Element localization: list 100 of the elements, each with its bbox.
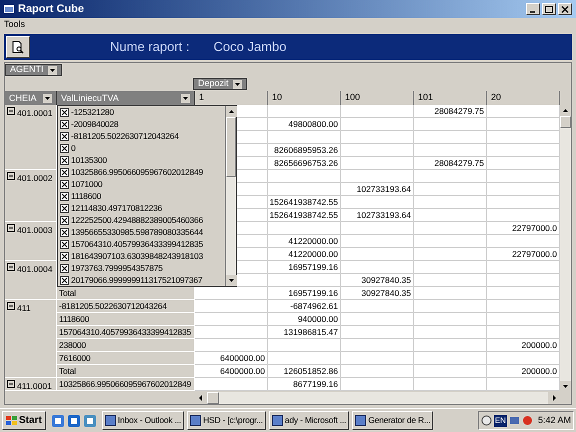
table-cell: 152641938742.55	[268, 196, 341, 209]
dropdown-item[interactable]: -125321280	[58, 106, 225, 118]
close-button[interactable]	[558, 3, 572, 15]
taskbar-button[interactable]: Inbox - Outlook ...	[102, 411, 184, 430]
dropdown-item-label: 1973763.7999954357875	[71, 262, 163, 274]
field-label: AGENTI	[10, 63, 44, 76]
row-header-cell: 10325866.995066095967602012849	[57, 378, 195, 391]
dropdown-item[interactable]: 12114830.497170812236	[58, 202, 225, 214]
dropdown-arrow-icon[interactable]	[181, 94, 190, 103]
checkbox[interactable]	[60, 144, 69, 152]
dropdown-item-label: -2009840028	[71, 118, 118, 130]
collapse-icon[interactable]	[7, 263, 15, 271]
collapse-icon[interactable]	[7, 302, 15, 310]
checkbox[interactable]	[60, 240, 69, 248]
preview-button[interactable]	[6, 36, 30, 58]
checkbox[interactable]	[60, 252, 69, 260]
table-cell: 102733193.64	[341, 183, 414, 196]
table-cell: 8677199.16	[268, 378, 341, 391]
report-name: Coco Jambo	[213, 38, 286, 56]
maximize-button[interactable]	[542, 3, 556, 15]
scroll-thumb[interactable]	[560, 116, 571, 128]
table-cell: 30927840.35	[341, 287, 414, 300]
collapse-icon[interactable]	[7, 380, 15, 388]
dropdown-item-label: 0	[71, 142, 76, 154]
field-chip[interactable]: AGENTI	[5, 64, 62, 76]
row-key: 401.0001	[17, 107, 52, 120]
minimize-button[interactable]	[526, 3, 540, 15]
dropdown-item[interactable]: 1118600	[58, 190, 225, 202]
row-key: 401.0004	[17, 263, 52, 276]
dropdown-item[interactable]: 157064310.40579936433399412835	[58, 238, 225, 250]
dropdown-item[interactable]: 1071000	[58, 178, 225, 190]
dropdown-item[interactable]: -2009840028	[58, 118, 225, 130]
report-name-label: Nume raport :	[110, 38, 190, 56]
table-cell: 41220000.00	[268, 235, 341, 248]
checkbox[interactable]	[60, 228, 69, 236]
tray-icon[interactable]	[480, 415, 492, 426]
dropdown-arrow-icon[interactable]	[43, 94, 52, 103]
table-cell: 49800800.00	[268, 118, 341, 131]
dropdown-item[interactable]: 1973763.7999954357875	[58, 262, 225, 274]
collapse-icon[interactable]	[7, 172, 15, 180]
checkbox[interactable]	[60, 204, 69, 212]
dropdown-item[interactable]: 10135300	[58, 154, 225, 166]
filter-dropdown[interactable]	[57, 105, 237, 287]
dropdown-item[interactable]: 122252500.42948882389005460366	[58, 214, 225, 226]
dropdown-scrollbar[interactable]	[225, 106, 236, 286]
field-chip[interactable]: Depozit	[193, 78, 247, 90]
menu-item[interactable]: Tools	[4, 18, 26, 32]
checkbox[interactable]	[60, 120, 69, 128]
taskbar-button[interactable]: ady - Microsoft ...	[268, 411, 350, 430]
table-cell: -6874962.61	[268, 300, 341, 313]
dropdown-item-label: 12114830.497170812236	[71, 202, 162, 214]
collapse-icon[interactable]	[7, 107, 15, 115]
dropdown-item-label: 20179066.999999911317521097367	[71, 274, 202, 286]
dropdown-item-label: -8181205.5022630712043264	[71, 130, 179, 142]
dropdown-item[interactable]: 181643907103.63039848243918103	[58, 250, 225, 262]
table-cell: 200000.0	[487, 365, 560, 378]
dropdown-arrow-icon[interactable]	[48, 66, 57, 74]
dropdown-item-label: 10325866.995066095967602012849	[71, 166, 203, 178]
checkbox[interactable]	[60, 192, 69, 200]
quick-launch-icon[interactable]	[66, 414, 81, 428]
row-field-header[interactable]: CHEIA	[5, 91, 57, 106]
dropdown-item[interactable]: -8181205.5022630712043264	[58, 130, 225, 142]
checkbox[interactable]	[60, 180, 69, 188]
dropdown-item-label: 13956655330985.598789080335644	[71, 226, 203, 238]
table-cell: 82606895953.26	[268, 144, 341, 157]
checkbox[interactable]	[60, 264, 69, 272]
checkbox[interactable]	[60, 156, 69, 164]
table-cell: 22797000.0	[487, 248, 560, 261]
dropdown-item[interactable]: 0	[58, 142, 225, 154]
dropdown-item[interactable]: 20179066.999999911317521097367	[58, 274, 225, 286]
window-title: Raport Cube	[18, 2, 84, 17]
app-icon	[4, 4, 14, 14]
dropdown-item-label: -125321280	[71, 106, 114, 118]
table-cell: 126051852.86	[268, 365, 341, 378]
taskbar-button[interactable]: HSD - [c:\progr...	[187, 411, 266, 430]
dropdown-item[interactable]: 13956655330985.598789080335644	[58, 226, 225, 238]
start-button[interactable]: Start	[2, 411, 46, 430]
quick-launch-icon[interactable]	[50, 414, 65, 428]
scroll-thumb[interactable]	[226, 117, 236, 177]
checkbox[interactable]	[60, 276, 69, 284]
checkbox[interactable]	[60, 132, 69, 140]
field-label: CHEIA	[9, 92, 37, 104]
row-header-cell: 1118600	[57, 313, 195, 326]
checkbox[interactable]	[60, 168, 69, 176]
row-key: 411	[17, 302, 31, 315]
language-indicator[interactable]: EN	[494, 414, 507, 426]
taskbar-button[interactable]: Generator de R...	[352, 411, 434, 430]
dropdown-arrow-icon[interactable]	[232, 80, 242, 88]
table-cell: 22797000.0	[487, 222, 560, 235]
collapse-icon[interactable]	[7, 224, 15, 232]
checkbox[interactable]	[60, 108, 69, 116]
checkbox[interactable]	[60, 216, 69, 224]
row-field-header[interactable]: ValLiniecuTVA	[57, 91, 195, 106]
table-cell: 30927840.35	[341, 274, 414, 287]
dropdown-item-label: 10135300	[71, 154, 107, 166]
row-key: 401.0002	[17, 172, 52, 185]
table-cell: 28084279.75	[414, 105, 487, 118]
scroll-thumb[interactable]	[207, 392, 219, 404]
quick-launch-icon[interactable]	[82, 414, 97, 428]
dropdown-item[interactable]: 10325866.995066095967602012849	[58, 166, 225, 178]
